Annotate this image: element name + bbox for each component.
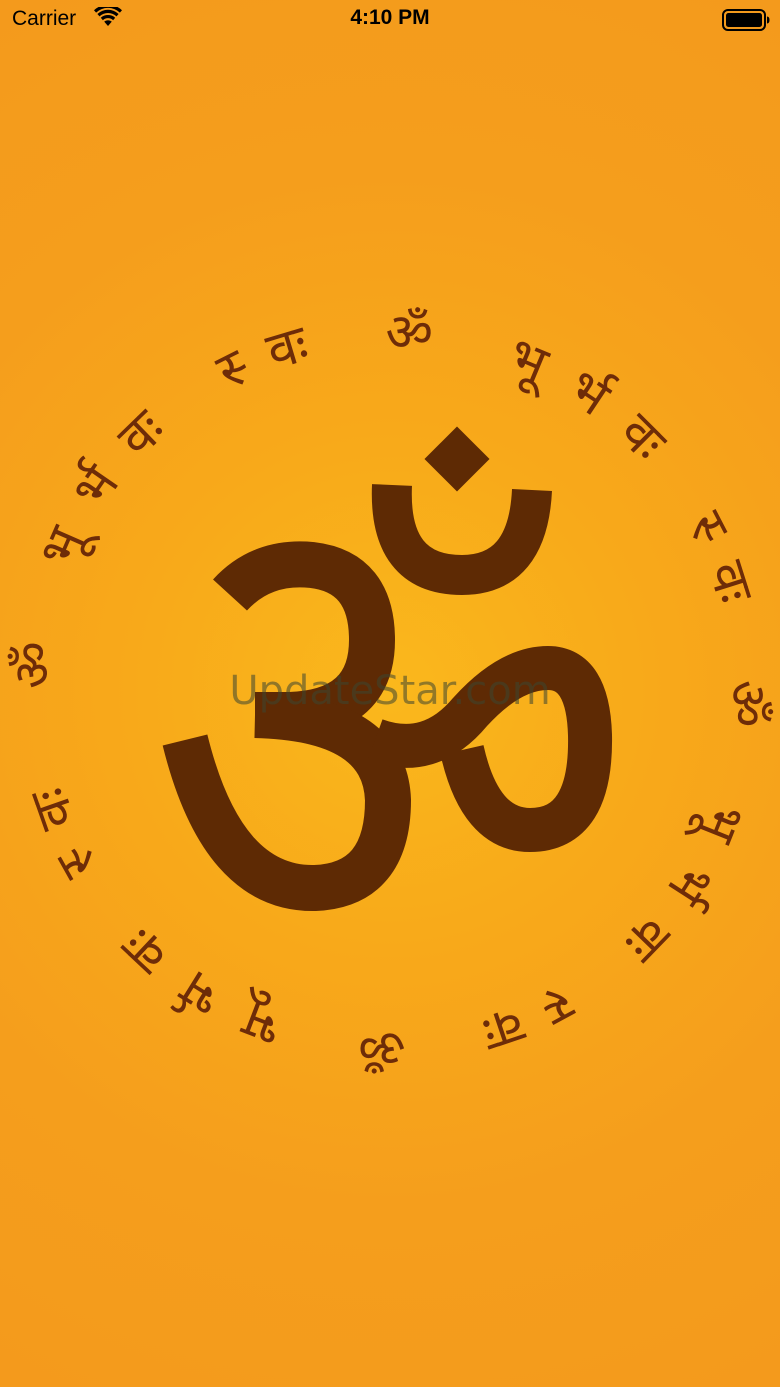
om-symbol (162, 426, 613, 911)
watermark-text: UpdateStar.com (229, 668, 551, 714)
